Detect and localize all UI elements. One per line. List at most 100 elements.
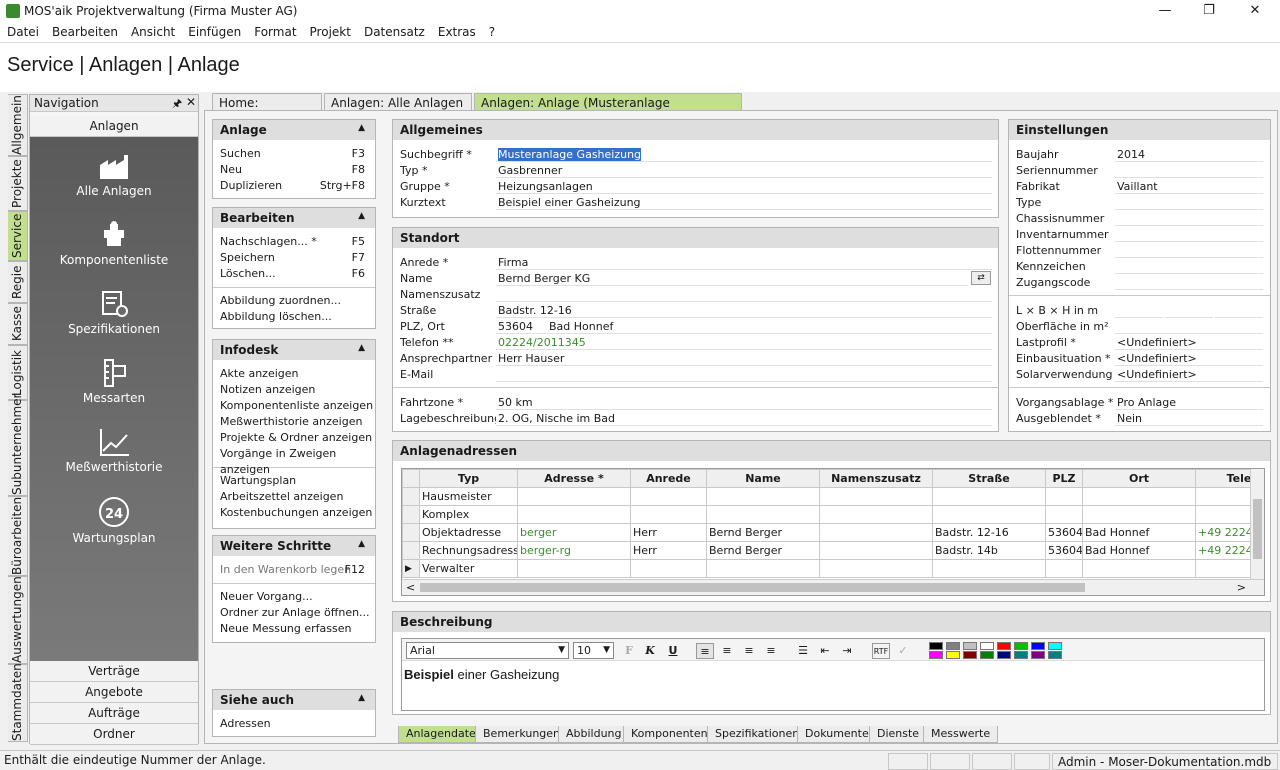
table-row[interactable]: Hausmeister [402,487,1264,506]
color-swatch[interactable] [929,642,943,650]
table-cell[interactable] [630,559,707,578]
table-row[interactable]: Rechnungsadresse berger-rg Herr Bernd Berge… [402,541,1264,560]
select-ausgeblendet[interactable]: Nein [1115,411,1263,426]
align-left-icon[interactable]: ≡ [696,643,714,659]
table-cell[interactable]: Bad Honnef [1082,523,1196,542]
menu-einfuegen[interactable]: Einfügen [181,22,247,39]
nav-item-alle-anlagen[interactable]: Alle Anlagen [30,151,198,198]
table-cell[interactable]: Bernd Berger [706,523,820,542]
table-cell[interactable] [932,559,1046,578]
input-anrede[interactable]: Firma [496,255,992,270]
action-vorgaenge-anzeigen[interactable]: Vorgänge in Zweigen anzeigen [213,446,375,476]
nav-section-angebote[interactable]: Angebote [30,682,198,703]
input-flottennummer[interactable] [1115,243,1263,258]
action-neue-messung[interactable]: Neue Messung erfassen [213,621,375,637]
vtab-auswertungen[interactable]: Auswertungen [8,576,28,664]
lookup-button[interactable]: ⇄ [971,271,991,285]
align-justify-icon[interactable]: ≡ [762,643,780,659]
menu-bearbeiten[interactable]: Bearbeiten [45,22,124,39]
vtab-kasse[interactable]: Kasse [8,303,28,345]
input-suchbegriff[interactable]: Musteranlage Gasheizung [496,147,992,162]
nav-item-komponentenliste[interactable]: Komponentenliste [30,220,198,267]
input-fabrikat[interactable]: Vaillant [1115,179,1263,194]
collapse-icon[interactable]: ▲ [358,343,365,353]
color-swatch[interactable] [1014,651,1028,659]
pin-icon[interactable]: 🖈 [172,95,182,114]
column-header[interactable]: Adresse * [517,469,631,488]
column-header[interactable]: Ort [1082,469,1196,488]
table-cell[interactable] [1082,487,1196,506]
table-cell[interactable]: 53604 [1045,523,1083,542]
input-ort[interactable]: Bad Honnef [547,319,992,334]
menu-format[interactable]: Format [247,22,302,39]
collapse-icon[interactable]: ▲ [358,539,365,549]
table-cell[interactable]: Badstr. 14b [932,541,1046,560]
rtf-mode-icon[interactable]: RTF [872,643,890,659]
action-ordner-oeffnen[interactable]: Ordner zur Anlage öffnen... [213,605,375,621]
table-cell[interactable] [819,541,933,560]
action-nachschlagen[interactable]: Nachschlagen... * F5 [213,234,375,250]
select-vorgangsablage[interactable]: Pro Anlage [1115,395,1263,410]
row-indicator[interactable] [402,541,420,560]
table-cell[interactable] [1045,487,1083,506]
table-cell[interactable] [630,505,707,524]
table-cell[interactable] [819,505,933,524]
tab-alle-anlagen[interactable]: Anlagen: Alle Anlagen ✕ [324,93,472,124]
vtab-bueroarbeiten[interactable]: Büroarbeiten [8,496,28,576]
spellcheck-icon[interactable]: ✓ [894,643,912,659]
table-cell[interactable] [517,505,631,524]
vtab-subunternehmer[interactable]: Subunternehmer [8,394,28,496]
input-baujahr[interactable]: 2014 [1115,147,1263,162]
restore-button[interactable]: ❐ [1186,0,1232,22]
tab-anlage-musteranlage[interactable]: Anlagen: Anlage (Musteranlage Gasheizung… [474,93,742,124]
input-plz[interactable]: 53604 [496,319,546,334]
input-zugangscode[interactable] [1115,275,1263,290]
table-cell[interactable] [932,505,1046,524]
color-swatch[interactable] [1048,651,1062,659]
input-oberflaeche[interactable] [1115,319,1263,334]
select-einbausituation[interactable]: <Undefiniert> [1115,351,1263,366]
collapse-icon[interactable]: ▲ [358,211,365,221]
action-adressen[interactable]: Adressen [213,716,375,732]
underline-button[interactable]: U [664,643,682,659]
color-swatch[interactable] [1031,642,1045,650]
column-header[interactable]: Typ [419,469,518,488]
vtab-logistik[interactable]: Logistik [8,345,28,400]
horizontal-scrollbar[interactable]: < > [402,579,1264,595]
table-cell[interactable] [706,487,820,506]
color-swatch[interactable] [1031,651,1045,659]
table-cell[interactable]: berger-rg [517,541,631,560]
nav-section-ordner[interactable]: Ordner [30,724,198,745]
vertical-scrollbar[interactable] [1250,469,1264,579]
nav-close-icon[interactable]: ✕ [186,95,196,109]
column-header[interactable]: Anrede [630,469,707,488]
color-swatch[interactable] [946,651,960,659]
color-swatch[interactable] [963,651,977,659]
action-akte-anzeigen[interactable]: Akte anzeigen [213,366,375,382]
color-swatch[interactable] [946,642,960,650]
action-kostenbuchungen-anzeigen[interactable]: Kostenbuchungen anzeigen [213,505,375,521]
tab-abbildung[interactable]: Abbildung [558,726,630,743]
row-indicator[interactable] [402,487,420,506]
column-header[interactable]: Namenszusatz [819,469,933,488]
tab-dokumente[interactable]: Dokumente [797,726,877,743]
column-header[interactable]: Name [706,469,820,488]
action-notizen-anzeigen[interactable]: Notizen anzeigen [213,382,375,398]
color-swatch[interactable] [997,651,1011,659]
color-swatch[interactable] [980,642,994,650]
table-cell[interactable]: Hausmeister [419,487,518,506]
table-cell[interactable] [517,487,631,506]
vtab-service[interactable]: Service [8,211,28,261]
action-abbildung-zuordnen[interactable]: Abbildung zuordnen... [213,293,375,309]
table-cell[interactable] [819,487,933,506]
column-header[interactable]: PLZ [1045,469,1083,488]
input-ansprechpartner[interactable]: Herr Hauser [496,351,992,366]
tab-messwerte[interactable]: Messwerte [923,726,999,743]
table-cell[interactable] [819,559,933,578]
input-telefon[interactable]: 02224/2011345 [496,335,992,350]
action-neu[interactable]: Neu F8 [213,162,375,178]
input-fahrtzone[interactable]: 50 km [496,395,992,410]
table-row[interactable]: Objektadresse berger Herr Bernd Berger Badst… [402,523,1264,542]
table-cell[interactable]: Herr [630,541,707,560]
action-speichern[interactable]: Speichern F7 [213,250,375,266]
